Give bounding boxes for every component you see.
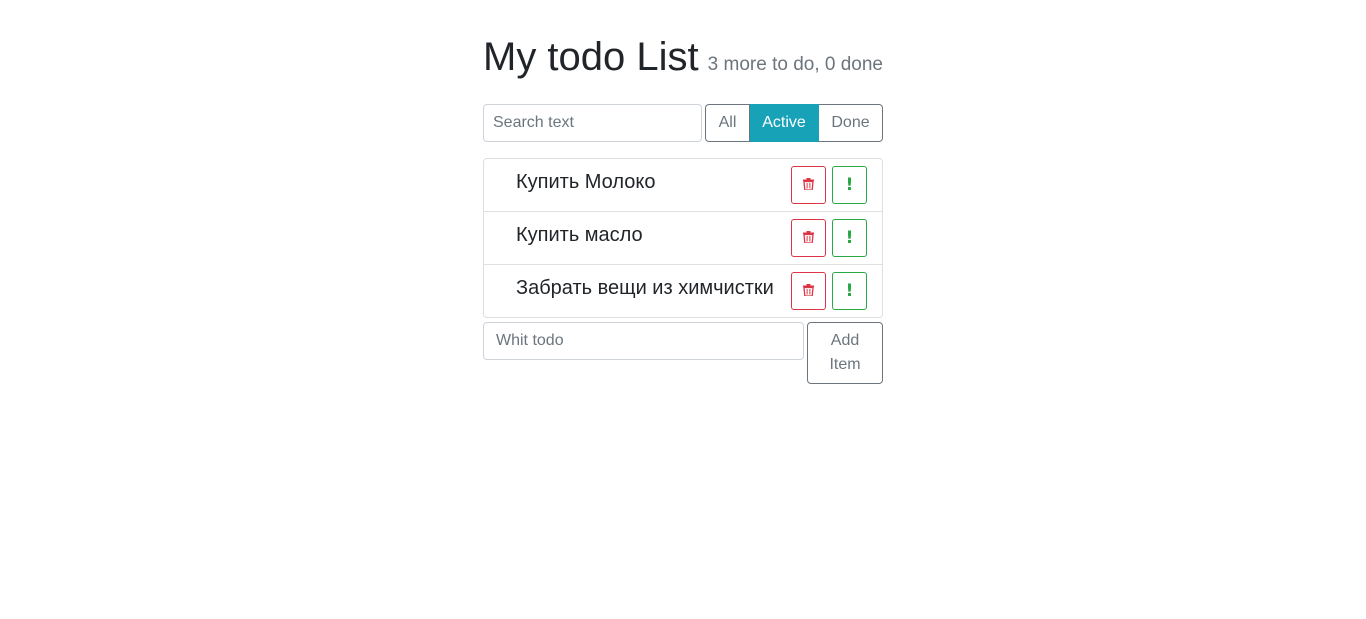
todo-item-label[interactable]: Купить Молоко	[516, 170, 655, 194]
add-item-form: Add Item	[483, 322, 883, 384]
search-input[interactable]	[483, 104, 702, 142]
app-header: My todo List 3 more to do, 0 done	[483, 33, 883, 83]
trash-icon	[803, 177, 814, 193]
delete-item-button[interactable]	[791, 219, 826, 257]
todo-count-status: 3 more to do, 0 done	[707, 54, 883, 75]
todo-list-item: Купить масло !	[484, 211, 882, 264]
filter-active-button[interactable]: Active	[750, 104, 819, 142]
mark-important-button[interactable]: !	[832, 166, 867, 204]
mark-important-button[interactable]: !	[832, 272, 867, 310]
exclamation-icon: !	[845, 227, 854, 248]
add-item-button[interactable]: Add Item	[807, 322, 883, 384]
search-panel: All Active Done	[483, 104, 883, 142]
page-title: My todo List	[483, 35, 699, 79]
todo-app: My todo List 3 more to do, 0 done All Ac…	[483, 0, 883, 384]
new-todo-input[interactable]	[483, 322, 804, 360]
status-filter: All Active Done	[705, 104, 883, 142]
delete-item-button[interactable]	[791, 272, 826, 310]
mark-important-button[interactable]: !	[832, 219, 867, 257]
exclamation-icon: !	[845, 174, 854, 195]
trash-icon	[803, 283, 814, 299]
exclamation-icon: !	[845, 280, 854, 301]
todo-item-label[interactable]: Забрать вещи из химчистки	[516, 276, 774, 300]
trash-icon	[803, 230, 814, 246]
todo-list-item: Купить Молоко !	[484, 159, 882, 211]
filter-done-button[interactable]: Done	[819, 104, 883, 142]
delete-item-button[interactable]	[791, 166, 826, 204]
todo-item-label[interactable]: Купить масло	[516, 223, 643, 247]
filter-all-button[interactable]: All	[705, 104, 750, 142]
todo-list-item: Забрать вещи из химчистки !	[484, 264, 882, 317]
todo-list: Купить Молоко ! Купить масло ! Забрать в…	[483, 158, 883, 318]
